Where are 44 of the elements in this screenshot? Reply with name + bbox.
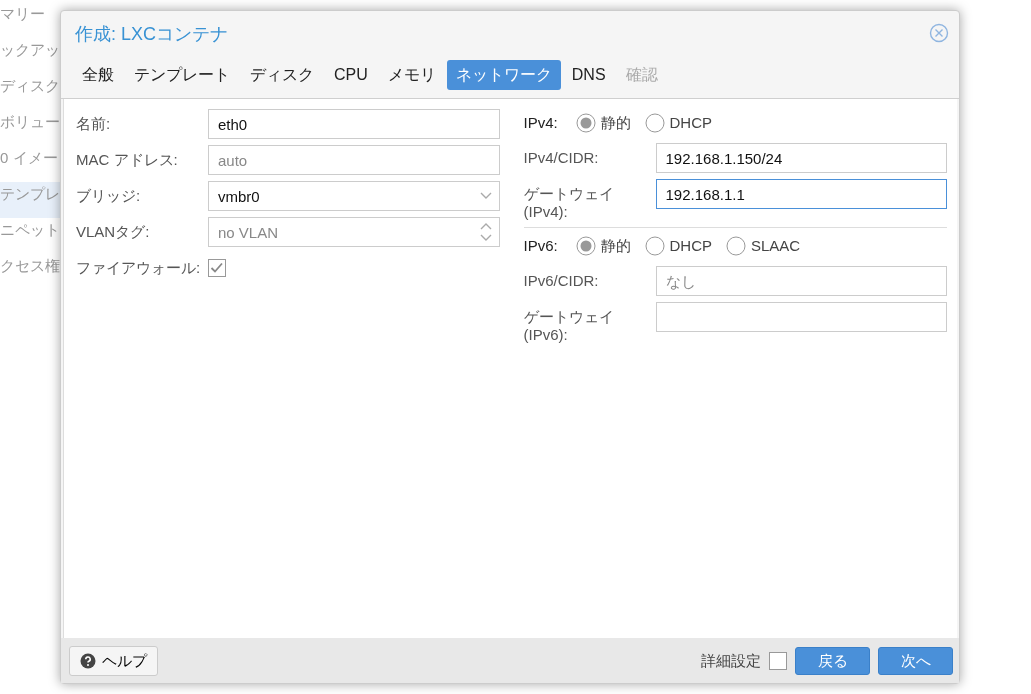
input-field[interactable] [655, 302, 947, 332]
input-field[interactable]: eth0 [208, 109, 500, 139]
field-label: IPv4: [523, 112, 559, 133]
help-button[interactable]: ヘルプ [69, 645, 158, 676]
field-label: ファイアウォール: [76, 258, 202, 277]
dialog-title: 作成: LXCコンテナ [74, 23, 230, 46]
field-label: ゲートウェイ (IPv6): [523, 307, 615, 344]
help-icon [80, 652, 96, 669]
radio-icon [726, 236, 746, 256]
radio-icon [644, 236, 665, 256]
radio-option[interactable]: 静的 [575, 111, 631, 135]
caret-icon[interactable] [479, 192, 492, 200]
field-label: MAC アドレス: [76, 150, 179, 169]
tab[interactable]: メモリ [378, 60, 445, 90]
input-field[interactable]: auto [208, 145, 500, 175]
field-label: IPv6/CIDR: [523, 271, 600, 290]
radio-icon [644, 113, 665, 133]
tab[interactable]: DNS [562, 60, 615, 90]
radio-option[interactable]: 静的 [575, 234, 631, 258]
field-label: 名前: [76, 114, 112, 133]
close-icon[interactable] [929, 23, 949, 43]
tab[interactable]: テンプレート [125, 60, 239, 90]
radio-icon [575, 113, 596, 133]
dropdown-field[interactable]: vmbr0 [208, 181, 500, 211]
input-field[interactable]: 192.168.1.150/24 [655, 143, 947, 173]
input-field[interactable]: 192.168.1.1 [655, 179, 947, 209]
spinner-icon[interactable] [479, 221, 492, 243]
field-label: ブリッジ: [76, 186, 142, 205]
radio-icon [575, 236, 596, 256]
tab[interactable]: ディスク [241, 60, 323, 90]
tab[interactable]: 全般 [73, 60, 123, 90]
field-label: IPv4/CIDR: [523, 148, 600, 167]
field-label: VLANタグ: [76, 222, 151, 241]
checkbox-label: 詳細設定 [701, 650, 761, 671]
input-field[interactable]: なし [655, 266, 947, 296]
tab[interactable]: CPU [325, 60, 377, 90]
field-label: ゲートウェイ (IPv4): [523, 184, 615, 221]
radio-option[interactable]: DHCP [644, 234, 712, 258]
radio-option[interactable]: SLAAC [726, 234, 801, 258]
checkbox[interactable] [208, 259, 226, 277]
field-label: IPv6: [523, 235, 559, 256]
radio-option[interactable]: DHCP [644, 111, 712, 135]
spinner-field[interactable]: no VLAN [208, 217, 500, 247]
checkbox[interactable] [769, 651, 787, 670]
